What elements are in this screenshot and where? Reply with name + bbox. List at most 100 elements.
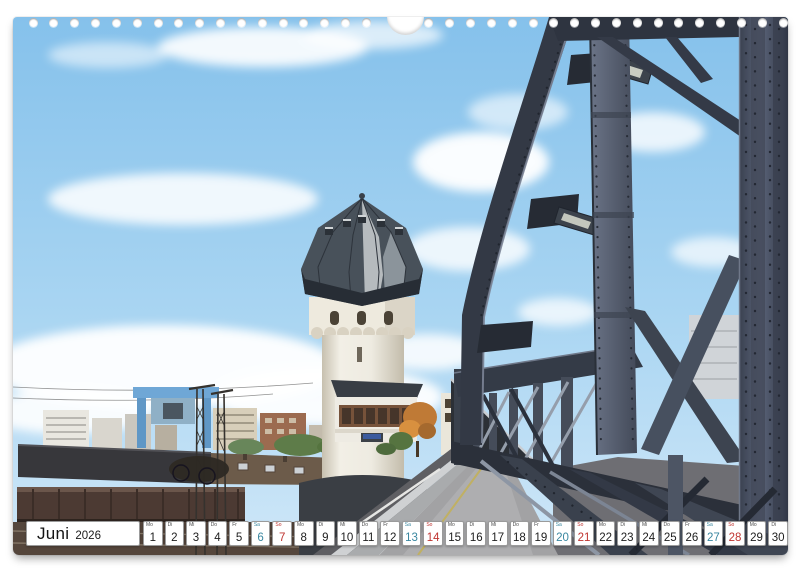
day-number: 8 <box>295 532 313 544</box>
day-cell: Do25 <box>661 521 681 546</box>
punched-hole-icon <box>612 18 621 27</box>
day-number: 12 <box>381 532 399 544</box>
punched-hole-icon <box>529 18 538 27</box>
punched-hole-icon <box>320 18 329 27</box>
day-cell: Fr26 <box>682 521 702 546</box>
calendar-sheet: Juni 2026 Mo1Di2Mi3Do4Fr5Sa6So7Mo8Di9Mi1… <box>13 17 788 555</box>
day-cell: So 14 <box>423 521 443 546</box>
day-number: 21 <box>575 532 593 544</box>
day-number: 30 <box>769 532 787 544</box>
day-cell: Fr 5 <box>229 521 249 546</box>
weekday-abbrev: So <box>426 522 432 528</box>
weekday-abbrev: Di <box>168 522 173 528</box>
punched-hole-icon <box>674 18 683 27</box>
punched-hole-icon <box>133 18 142 27</box>
punched-hole-icon <box>154 18 163 27</box>
day-number: 29 <box>748 532 766 544</box>
punched-hole-icon <box>341 18 350 27</box>
day-cell: Mo29 <box>747 521 767 546</box>
day-cell: Sa 6 <box>251 521 271 546</box>
day-cell: Mo 15 <box>445 521 465 546</box>
day-cell: Mi 24 <box>639 521 659 546</box>
day-cell: Do18 <box>510 521 530 546</box>
day-number: 15 <box>446 532 464 544</box>
punched-hole-icon <box>112 18 121 27</box>
day-cell: Sa20 <box>553 521 573 546</box>
punched-hole-icon <box>362 18 371 27</box>
punched-hole-icon <box>299 18 308 27</box>
punched-hole-icon <box>445 18 454 27</box>
day-cell: Do 4 <box>208 521 228 546</box>
punched-hole-icon <box>237 18 246 27</box>
day-number: 22 <box>597 532 615 544</box>
day-cells: Mo1Di2Mi3Do4Fr5Sa6So7Mo8Di9Mi10Do11Fr12S… <box>143 521 788 546</box>
weekday-abbrev: Sa <box>707 522 713 528</box>
day-cell: Fr 19 <box>531 521 551 546</box>
weekday-abbrev: Mi <box>189 522 194 528</box>
weekday-abbrev: Mo <box>448 522 455 528</box>
day-number: 14 <box>424 532 442 544</box>
calendar-page: Juni 2026 Mo1Di2Mi3Do4Fr5Sa6So7Mo8Di9Mi1… <box>0 0 800 577</box>
punched-hole-icon <box>716 18 725 27</box>
weekday-abbrev: Fr <box>232 522 237 528</box>
day-number: 27 <box>705 532 723 544</box>
weekday-abbrev: Di <box>620 522 625 528</box>
punched-hole-icon <box>779 18 788 27</box>
day-number: 13 <box>403 532 421 544</box>
weekday-abbrev: Mo <box>146 522 153 528</box>
day-number: 19 <box>532 532 550 544</box>
weekday-abbrev: Di <box>771 522 776 528</box>
month-label-box: Juni 2026 <box>26 521 140 546</box>
weekday-abbrev: Fr <box>534 522 539 528</box>
day-number: 4 <box>209 532 227 544</box>
day-cell: Mo 22 <box>596 521 616 546</box>
day-number: 5 <box>230 532 248 544</box>
punched-hole-icon <box>695 18 704 27</box>
day-cell: Do11 <box>359 521 379 546</box>
punched-hole-icon <box>216 18 225 27</box>
day-number: 3 <box>187 532 205 544</box>
day-cell: Mi17 <box>488 521 508 546</box>
weekday-abbrev: So <box>275 522 281 528</box>
day-cell: So 7 <box>272 521 292 546</box>
punched-hole-icon <box>549 18 558 27</box>
weekday-abbrev: Mi <box>491 522 496 528</box>
day-number: 7 <box>273 532 291 544</box>
day-cell: Di 30 <box>768 521 788 546</box>
day-number: 1 <box>144 532 162 544</box>
punched-hole-icon <box>258 18 267 27</box>
day-number: 18 <box>511 532 529 544</box>
day-cell: Sa 27 <box>704 521 724 546</box>
day-number: 16 <box>467 532 485 544</box>
day-cell: So28 <box>725 521 745 546</box>
weekday-abbrev: Di <box>319 522 324 528</box>
punched-hole-icon <box>466 18 475 27</box>
day-number: 10 <box>338 532 356 544</box>
weekday-abbrev: Mi <box>642 522 647 528</box>
day-number: 9 <box>317 532 335 544</box>
weekday-abbrev: Do <box>211 522 217 528</box>
punched-hole-icon <box>570 18 579 27</box>
month-label: Juni <box>37 522 69 545</box>
punched-hole-icon <box>49 18 58 27</box>
weekday-abbrev: Do <box>362 522 368 528</box>
punched-hole-icon <box>29 18 38 27</box>
punched-hole-icon <box>174 18 183 27</box>
day-number: 20 <box>554 532 572 544</box>
punched-hole-icon <box>633 18 642 27</box>
day-number: 28 <box>726 532 744 544</box>
weekday-abbrev: Mo <box>599 522 606 528</box>
punched-hole-icon <box>487 18 496 27</box>
day-number: 25 <box>662 532 680 544</box>
weekday-abbrev: Sa <box>254 522 260 528</box>
punched-hole-icon <box>591 18 600 27</box>
day-number: 24 <box>640 532 658 544</box>
day-cell: Di 9 <box>316 521 336 546</box>
weekday-abbrev: Mi <box>340 522 345 528</box>
punched-hole-icon <box>70 18 79 27</box>
weekday-abbrev: So <box>577 522 583 528</box>
weekday-abbrev: Mo <box>297 522 304 528</box>
day-number: 6 <box>252 532 270 544</box>
punched-hole-icon <box>195 18 204 27</box>
day-cell: Mo 8 <box>294 521 314 546</box>
